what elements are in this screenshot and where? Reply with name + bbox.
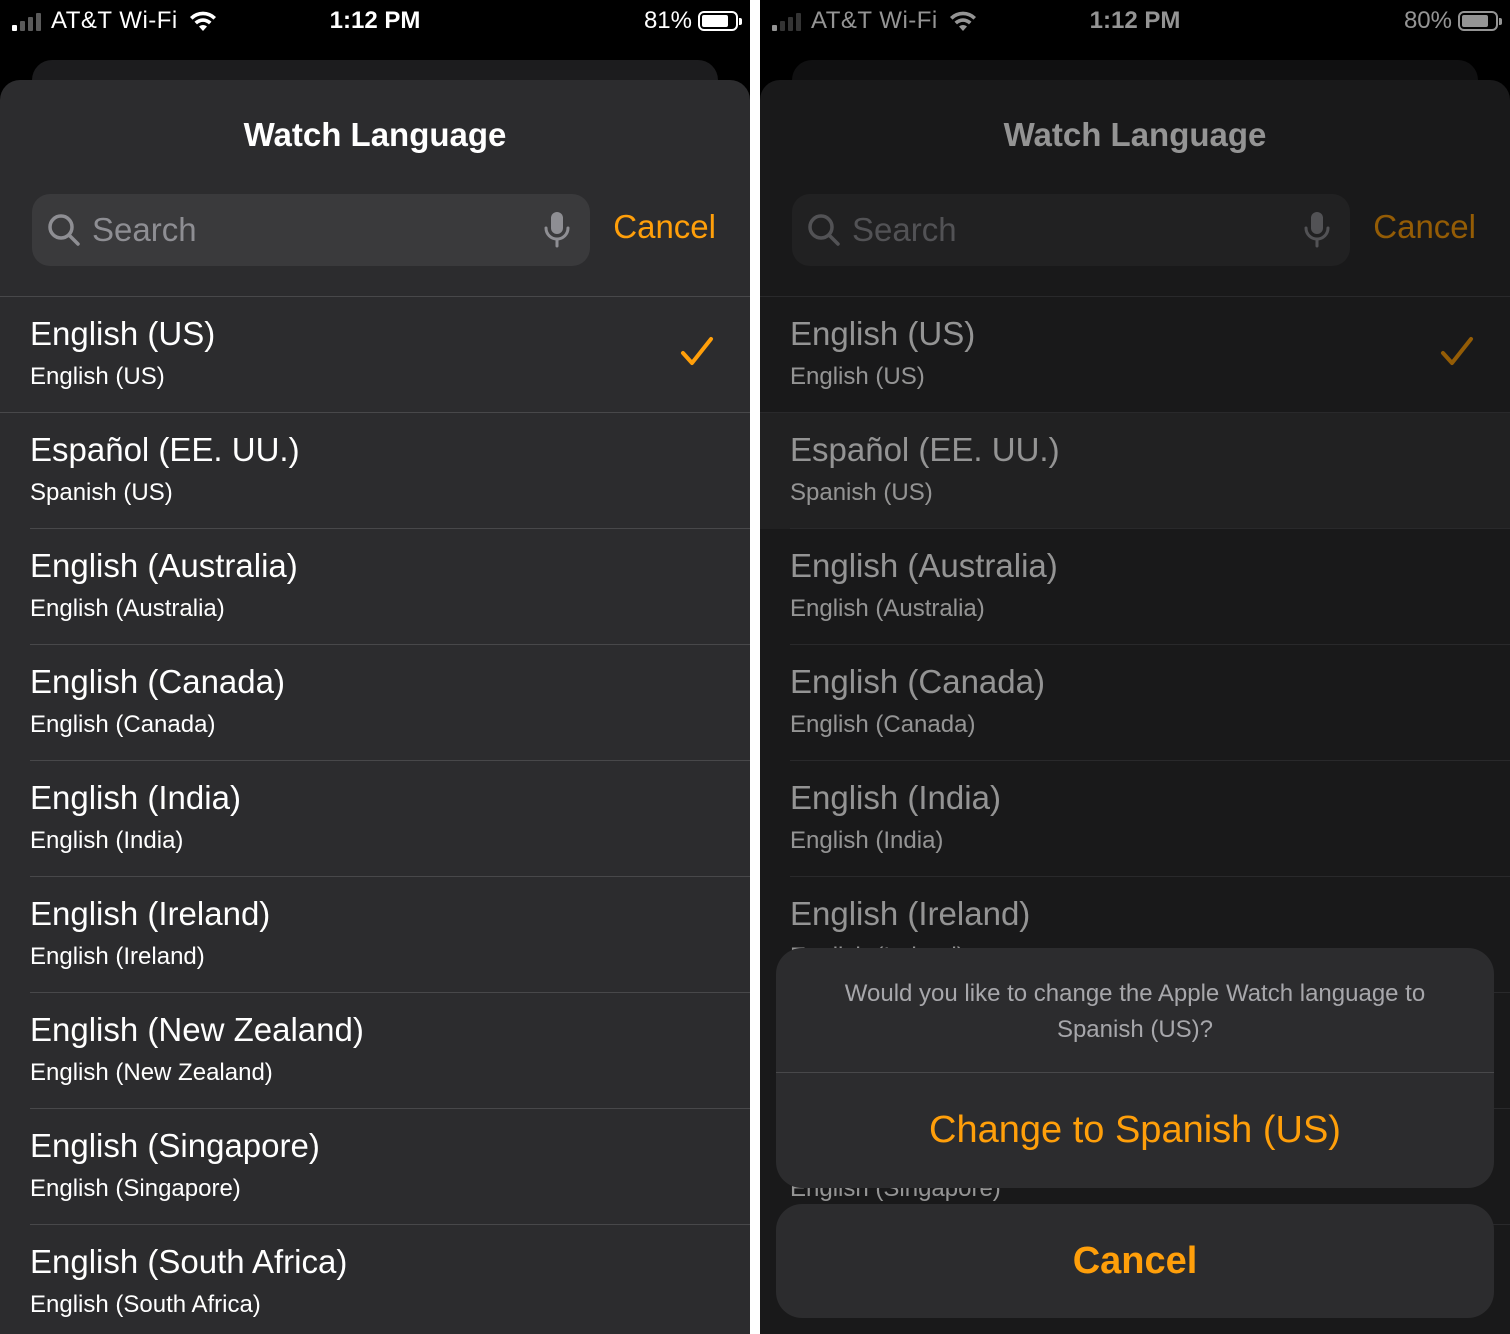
language-english-name: English (Canada): [30, 711, 216, 738]
language-native-name: English (India): [30, 779, 241, 816]
language-english-name: English (South Africa): [30, 1291, 261, 1318]
language-native-name: English (Canada): [30, 663, 285, 700]
language-row-english-us[interactable]: English (US) English (US): [0, 297, 750, 413]
search-field[interactable]: Search: [32, 194, 590, 266]
language-english-name: English (Singapore): [30, 1175, 241, 1202]
language-english-name: English (New Zealand): [30, 1059, 273, 1086]
checkmark-icon: [681, 337, 713, 365]
microphone-icon[interactable]: [542, 210, 572, 250]
clock: 1:12 PM: [329, 7, 421, 34]
confirmation-action-sheet: Would you like to change the Apple Watch…: [776, 948, 1494, 1188]
language-native-name: English (Singapore): [30, 1127, 320, 1164]
language-row-english-ireland[interactable]: English (Ireland) English (Ireland): [0, 877, 750, 993]
cancel-button[interactable]: Cancel: [613, 208, 716, 246]
language-native-name: English (Ireland): [30, 895, 271, 932]
page-title: Watch Language: [243, 116, 507, 153]
language-english-name: English (India): [30, 827, 184, 854]
screenshot-divider: [750, 0, 760, 1334]
language-native-name: English (South Africa): [30, 1243, 348, 1280]
language-row-english-singapore[interactable]: English (Singapore) English (Singapore): [0, 1109, 750, 1225]
battery-percent: 81%: [643, 7, 692, 34]
language-row-english-new-zealand[interactable]: English (New Zealand) English (New Zealan…: [0, 993, 750, 1109]
search-icon: [48, 214, 80, 246]
language-sheet: Watch Language Search Cancel English (US…: [0, 80, 750, 1334]
alert-cancel-button[interactable]: Cancel: [776, 1204, 1494, 1318]
language-english-name: English (US): [30, 363, 165, 390]
language-english-name: Spanish (US): [30, 479, 173, 506]
language-row-english-india[interactable]: English (India) English (India): [0, 761, 750, 877]
language-row-english-canada[interactable]: English (Canada) English (Canada): [0, 645, 750, 761]
language-english-name: English (Ireland): [30, 943, 205, 970]
change-language-button[interactable]: Change to Spanish (US): [776, 1073, 1494, 1188]
language-native-name: English (Australia): [30, 547, 298, 584]
alert-message: Would you like to change the Apple Watch…: [844, 980, 1426, 1043]
language-row-spanish-us[interactable]: Español (EE. UU.) Spanish (US): [0, 413, 750, 529]
language-row-english-australia[interactable]: English (Australia) English (Australia): [0, 529, 750, 645]
status-bar: AT&T Wi-Fi 1:12 PM 81%: [0, 0, 750, 44]
language-native-name: English (US): [30, 315, 216, 352]
language-english-name: English (Australia): [30, 595, 225, 622]
language-screen-right: AT&T Wi-Fi 1:12 PM 80% Watch Language Se…: [760, 0, 1510, 1334]
language-screen-left: AT&T Wi-Fi 1:12 PM 81% Watch Language Se…: [0, 0, 750, 1334]
language-native-name: Español (EE. UU.): [30, 431, 300, 468]
language-native-name: English (New Zealand): [30, 1011, 364, 1048]
language-list: English (US) English (US) Español (EE. UU.…: [0, 297, 750, 1334]
battery-icon: [698, 11, 742, 31]
language-row-english-south-africa[interactable]: English (South Africa) English (South Afr…: [0, 1225, 750, 1334]
search-placeholder: Search: [92, 211, 197, 248]
